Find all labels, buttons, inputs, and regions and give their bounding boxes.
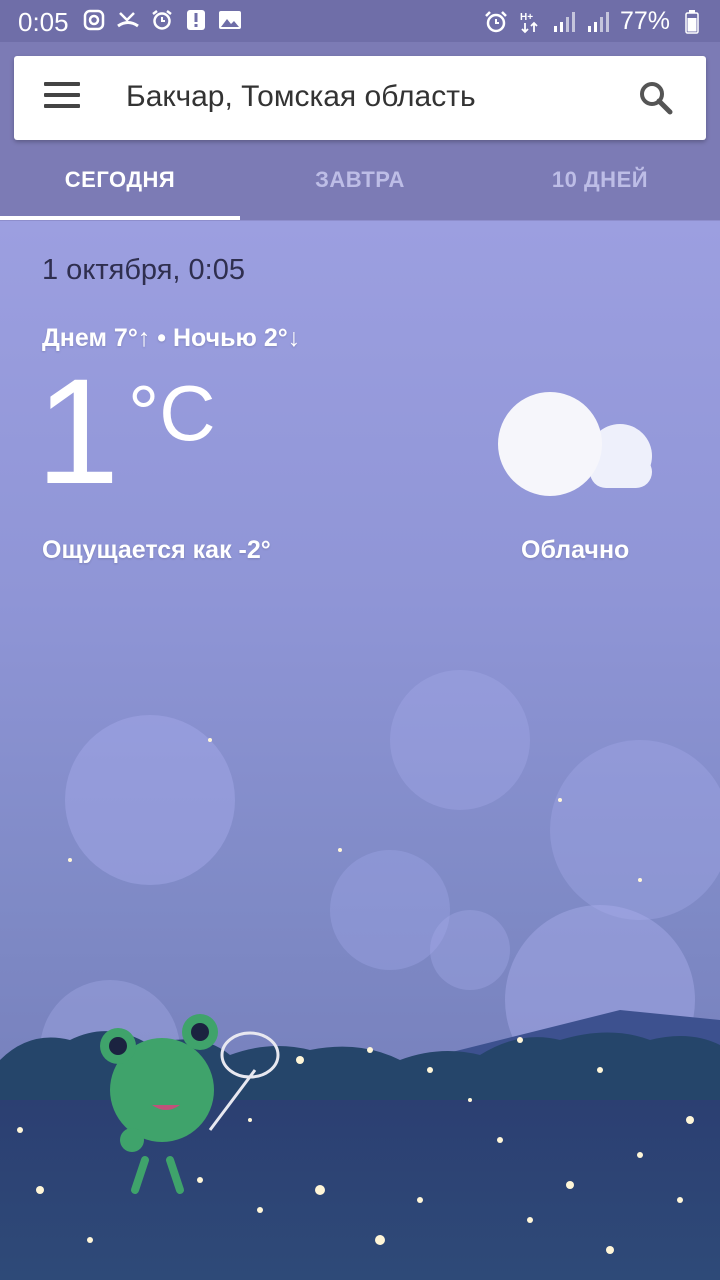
status-right-icons: H+ 77%: [484, 7, 704, 36]
missed-call-icon: [116, 8, 140, 32]
status-bar: 0:05 H+ 77%: [0, 0, 720, 42]
tab-today[interactable]: СЕГОДНЯ: [0, 140, 240, 220]
background-scene: [0, 600, 720, 1280]
alert-icon: [184, 8, 208, 32]
condition-label: Облачно: [521, 536, 630, 564]
battery-percent: 77%: [619, 7, 670, 35]
date-time: 1 октября, 0:05: [42, 254, 245, 286]
tab-tomorrow[interactable]: ЗАВТРА: [240, 140, 480, 220]
tab-bar: СЕГОДНЯ ЗАВТРА 10 ДНЕЙ: [0, 140, 720, 220]
search-icon[interactable]: [636, 78, 676, 118]
alarm-icon: [150, 8, 174, 32]
search-bar[interactable]: Бакчар, Томская область: [14, 56, 706, 140]
feels-like: Ощущается как -2°: [42, 536, 271, 564]
signal-icon: [586, 10, 610, 34]
menu-icon[interactable]: [44, 82, 80, 114]
tab-10-days[interactable]: 10 ДНЕЙ: [480, 140, 720, 220]
status-left-icons: [82, 8, 242, 32]
image-icon: [218, 8, 242, 32]
cloudy-night-icon: [494, 356, 658, 496]
current-temperature: 1: [36, 347, 120, 515]
svg-text:H+: H+: [520, 12, 533, 23]
signal-icon: [552, 10, 576, 34]
data-transfer-icon: H+: [518, 10, 542, 34]
search-location-text[interactable]: Бакчар, Томская область: [126, 80, 476, 114]
alarm-icon: [484, 10, 508, 34]
battery-icon: [680, 9, 704, 34]
status-time: 0:05: [18, 7, 69, 37]
temperature-unit: °C: [128, 369, 216, 457]
instagram-icon: [82, 8, 106, 32]
